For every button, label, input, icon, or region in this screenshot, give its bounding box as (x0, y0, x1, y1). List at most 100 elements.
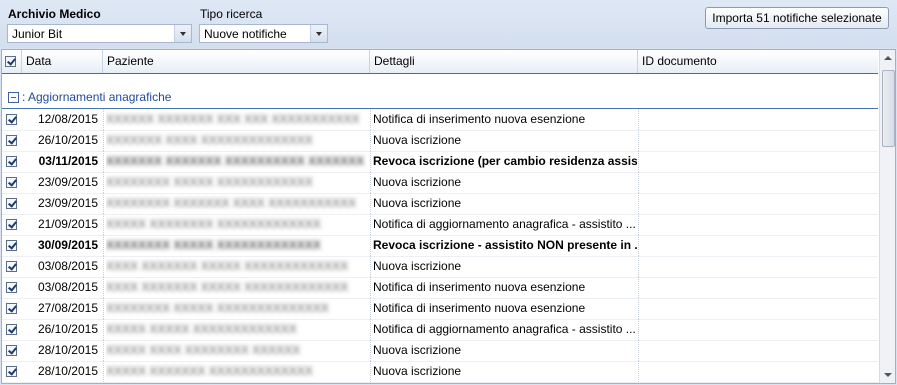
toolbar: Archivio Medico Junior Bit Tipo ricerca … (0, 0, 897, 48)
row-details: Nuova iscrizione (373, 364, 462, 378)
row-checkbox[interactable] (6, 135, 17, 146)
row-checkbox[interactable] (6, 345, 17, 356)
table-row[interactable]: 27/08/2015 XXXXXXXX XXXXX XXXXXXXXXXXXXX N… (2, 298, 878, 320)
row-details: Notifica di aggiornamento anagrafica - a… (373, 217, 636, 231)
row-divider (103, 277, 104, 298)
row-divider (638, 214, 639, 235)
row-details: Nuova iscrizione (373, 343, 462, 357)
row-checkbox[interactable] (6, 261, 17, 272)
row-divider (638, 235, 639, 256)
row-patient-name: XXXX XXXXXXX XXXXX XXXXXXXXXXXXX (106, 280, 349, 294)
row-date: 23/09/2015 (37, 196, 98, 210)
select-all-checkbox[interactable] (5, 56, 16, 67)
row-details: Notifica di inserimento nuova esenzione (373, 280, 586, 294)
row-divider (370, 235, 371, 256)
archive-label: Archivio Medico (8, 7, 101, 21)
row-patient-name: XXXXX XXXX XXXXXXXX XXXXXX (106, 343, 301, 357)
row-date: 21/09/2015 (37, 217, 98, 231)
table-row[interactable]: 26/10/2015 XXXXXXX XXXX XXXXXXXXXXXXXX Nuo… (2, 130, 878, 152)
table-row[interactable]: 03/11/2015 XXXXXXX XXXXXXX XXXXXXXXXX XXX… (2, 151, 878, 173)
row-checkbox[interactable] (6, 303, 17, 314)
row-divider (103, 298, 104, 319)
row-date: 03/11/2015 (38, 154, 98, 168)
column-header-details[interactable]: Dettagli (370, 50, 638, 73)
chevron-down-icon[interactable] (310, 25, 327, 42)
table-row[interactable]: 12/08/2015 XXXXXX XXXXXXX XXX XXX XXXXXXX… (2, 109, 878, 131)
row-patient: XXXXX XXXXXXX XXXXXXXXXXXXX (106, 361, 368, 382)
row-date: 12/08/2015 (37, 112, 98, 126)
row-date: 30/09/2015 (37, 238, 98, 252)
search-type-select-value: Nuove notifiche (204, 27, 287, 41)
import-notifications-button[interactable]: Importa 51 notifiche selezionate (705, 7, 889, 29)
row-date: 26/10/2015 (37, 322, 98, 336)
row-divider (370, 361, 371, 382)
column-header-patient[interactable]: Paziente (103, 50, 370, 73)
group-row-anagrafiche[interactable]: : Aggiornamenti anagrafiche (2, 88, 878, 109)
row-divider (103, 256, 104, 277)
row-divider (370, 193, 371, 214)
row-checkbox[interactable] (6, 114, 17, 125)
table-row[interactable]: 03/08/2015 XXXX XXXXXXX XXXXX XXXXXXXXXXX… (2, 256, 878, 278)
row-patient: XXXXXXXX XXXXXXX XXXX XXXXXXXXXXX (106, 193, 368, 214)
row-details: Nuova iscrizione (373, 133, 462, 147)
row-checkbox[interactable] (6, 177, 17, 188)
row-patient-name: XXXXXXX XXXX XXXXXXXXXXXXXX (106, 133, 313, 147)
archive-select[interactable]: Junior Bit (7, 24, 192, 43)
table-row[interactable]: 30/09/2015 XXXXXXXX XXXXX XXXXXXXXXXXXX Re… (2, 235, 878, 257)
row-date: 28/10/2015 (37, 364, 98, 378)
row-checkbox[interactable] (6, 156, 17, 167)
row-divider (638, 130, 639, 151)
row-checkbox[interactable] (6, 219, 17, 230)
row-patient: XXXX XXXXXXX XXXXX XXXXXXXXXXXXX (106, 256, 368, 277)
row-divider (103, 235, 104, 256)
scroll-up-icon[interactable] (880, 50, 895, 66)
row-patient-name: XXXX XXXXXXX XXXXX XXXXXXXXXXXXX (106, 259, 349, 273)
table-row[interactable]: 21/09/2015 XXXXX XXXXXXXX XXXXXXXXXXXXX No… (2, 214, 878, 236)
row-date: 28/10/2015 (37, 343, 98, 357)
row-divider (370, 277, 371, 298)
row-details: Nuova iscrizione (373, 175, 462, 189)
table-row[interactable]: 23/09/2015 XXXXXXXX XXXXX XXXXXXXXXXXX Nuo… (2, 172, 878, 194)
row-divider (370, 298, 371, 319)
row-divider (638, 298, 639, 319)
row-patient: XXXXXX XXXXXXX XXX XXX XXXXXXXXXXX (106, 109, 368, 130)
column-header-date[interactable]: Data (22, 50, 103, 73)
row-checkbox[interactable] (6, 240, 17, 251)
row-divider (103, 151, 104, 172)
row-doc-id (642, 172, 872, 193)
grid-header: Data Paziente Dettagli ID documento (2, 50, 878, 74)
row-divider (103, 361, 104, 382)
row-divider (103, 172, 104, 193)
chevron-down-icon[interactable] (174, 25, 191, 42)
row-doc-id (642, 319, 872, 340)
column-header-doc-id[interactable]: ID documento (638, 50, 878, 73)
row-checkbox[interactable] (6, 366, 17, 377)
row-patient-name: XXXXX XXXXX XXXXXXXXXXXXX (106, 322, 297, 336)
table-row[interactable]: 28/10/2015 XXXXX XXXX XXXXXXXX XXXXXX Nuov… (2, 340, 878, 362)
row-divider (638, 319, 639, 340)
row-doc-id (642, 340, 872, 361)
table-row[interactable]: 26/10/2015 XXXXX XXXXX XXXXXXXXXXXXX Notif… (2, 319, 878, 341)
table-row[interactable]: 03/08/2015 XXXX XXXXXXX XXXXX XXXXXXXXXXX… (2, 277, 878, 299)
table-row[interactable]: 28/10/2015 XXXXX XXXXXXX XXXXXXXXXXXXX Nuo… (2, 361, 878, 383)
search-type-select[interactable]: Nuove notifiche (199, 24, 328, 43)
row-doc-id (642, 235, 872, 256)
search-type-label: Tipo ricerca (200, 7, 263, 21)
row-divider (103, 319, 104, 340)
row-patient: XXXXX XXXXX XXXXXXXXXXXXX (106, 319, 368, 340)
row-checkbox[interactable] (6, 324, 17, 335)
scroll-down-icon[interactable] (880, 367, 895, 383)
row-divider (638, 109, 639, 130)
row-checkbox[interactable] (6, 282, 17, 293)
row-checkbox[interactable] (6, 198, 17, 209)
row-divider (638, 361, 639, 382)
vertical-scrollbar[interactable] (879, 50, 895, 383)
row-patient: XXXXX XXXX XXXXXXXX XXXXXX (106, 340, 368, 361)
collapse-icon[interactable] (8, 92, 19, 103)
row-date: 27/08/2015 (37, 301, 98, 315)
row-patient: XXXX XXXXXXX XXXXX XXXXXXXXXXXXX (106, 277, 368, 298)
scroll-thumb[interactable] (882, 70, 895, 147)
select-all-cell[interactable] (2, 50, 22, 73)
row-divider (638, 256, 639, 277)
table-row[interactable]: 23/09/2015 XXXXXXXX XXXXXXX XXXX XXXXXXXX… (2, 193, 878, 215)
